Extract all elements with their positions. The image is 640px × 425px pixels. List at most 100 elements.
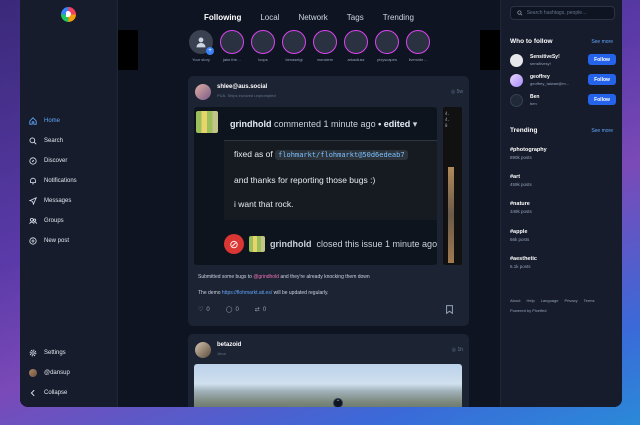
post-author[interactable]: betazoid (217, 342, 241, 348)
story-item[interactable]: monstern (312, 30, 338, 62)
commenter-avatar (196, 111, 218, 133)
follow-button[interactable]: Follow (588, 54, 616, 65)
sidebar-item-search[interactable]: Search (29, 134, 63, 148)
story-label: loops (258, 57, 268, 62)
post-subtitle: PUA. Ships involved unprompted (217, 93, 276, 98)
trending-item[interactable]: #aesthetic 6.1k posts (510, 256, 537, 269)
tab-local[interactable]: Local (260, 13, 279, 22)
follow-button[interactable]: Follow (588, 74, 616, 85)
like-count: 0 (206, 306, 210, 313)
post-image-next[interactable]: 4. 4. 0 (443, 107, 462, 265)
comment-icon: ◯ (225, 307, 233, 313)
avatar[interactable] (510, 74, 523, 87)
feed-tabs: Following Local Network Tags Trending (118, 13, 500, 22)
sidebar-item-label: Home (44, 118, 61, 124)
comment-body: fixed as of flohmarkt/flohmarkt@50d6edea… (224, 140, 437, 220)
tab-tags[interactable]: Tags (347, 13, 364, 22)
demo-link[interactable]: https://flohmarkt.ati.es/ (222, 290, 272, 296)
share-button[interactable]: ⇄ 0 (255, 306, 266, 314)
comment-button[interactable]: ◯ 0 (225, 306, 239, 314)
sidebar-item-label: Notifications (44, 178, 77, 184)
sidebar-item-profile[interactable]: @dansup (29, 366, 70, 380)
caption-text: Submitted some bugs to (198, 274, 254, 280)
bookmark-icon[interactable] (446, 305, 453, 316)
sidebar-item-home[interactable]: Home (29, 114, 60, 128)
scroll-top-icon[interactable]: ⌃ (333, 398, 343, 407)
post-image[interactable]: grindhold commented 1 minute ago • edite… (194, 107, 437, 265)
footer-link-about[interactable]: About (510, 298, 520, 303)
pixelfed-logo-icon[interactable] (61, 7, 76, 22)
trending-item[interactable]: #art 459k posts (510, 174, 532, 187)
bell-icon (29, 177, 37, 185)
footer-links: About Help Language Privacy Terms (510, 298, 595, 303)
post-author[interactable]: shlee@aus.social (217, 84, 267, 90)
follow-button[interactable]: Follow (588, 94, 616, 105)
avatar (29, 369, 37, 377)
tab-trending[interactable]: Trending (383, 13, 414, 22)
search-icon (517, 10, 523, 16)
story-item[interactable]: pixyscapes (374, 30, 400, 62)
trending-count: 459k posts (510, 182, 532, 187)
search-input[interactable] (526, 10, 614, 16)
avatar[interactable] (195, 342, 211, 358)
footer-link-language[interactable]: Language (541, 298, 559, 303)
trending-item[interactable]: #photography 890k posts (510, 147, 547, 160)
code-snippet: 4. 4. 0 (445, 111, 450, 128)
story-avatar (313, 30, 337, 54)
story-item[interactable]: benaselgi (281, 30, 307, 62)
sidebar-item-collapse[interactable]: Collapse (29, 386, 67, 400)
sidebar-item-settings[interactable]: Settings (29, 346, 66, 360)
see-more-link[interactable]: See more (591, 128, 613, 134)
suggestion-name[interactable]: Ben (530, 94, 539, 100)
post-time-value: 1h (457, 347, 463, 353)
trending-count: 349k posts (510, 209, 532, 214)
story-avatar (406, 30, 430, 54)
see-more-link[interactable]: See more (591, 39, 613, 45)
sidebar-item-discover[interactable]: Discover (29, 154, 67, 168)
footer-link-privacy[interactable]: Privacy (564, 298, 577, 303)
search-box[interactable] (510, 6, 615, 20)
comment-text: fixed as of (234, 149, 273, 159)
like-button[interactable]: ♡ 0 (198, 306, 210, 314)
commit-ref: flohmarkt/flohmarkt@50d6edeab7 (275, 150, 408, 160)
sidebar-item-messages[interactable]: Messages (29, 194, 71, 208)
story-item[interactable]: loops (250, 30, 276, 62)
avatar[interactable] (195, 84, 211, 100)
suggestion-handle: geoffrey_taiwan@m… (530, 81, 570, 86)
story-item[interactable]: arkadiusz (343, 30, 369, 62)
closed-icon: ⊘ (224, 234, 244, 254)
story-label: jake.the… (222, 57, 241, 62)
trending-count: 66k posts (510, 237, 530, 242)
tab-following[interactable]: Following (204, 13, 241, 22)
stories-bar: + Your story jake.the… loops benaselgi m… (188, 30, 431, 62)
sidebar-item-groups[interactable]: Groups (29, 214, 64, 228)
mention-link[interactable]: @grindhold (253, 274, 279, 280)
post-image[interactable] (194, 364, 462, 407)
story-item[interactable]: liverside… (405, 30, 431, 62)
suggestion-name[interactable]: geoffrey (530, 74, 550, 80)
story-item[interactable]: jake.the… (219, 30, 245, 62)
trending-item[interactable]: #apple 66k posts (510, 229, 529, 242)
avatar[interactable] (510, 54, 523, 67)
caption-text: will be updated regularly. (272, 290, 329, 296)
comment-header: grindhold commented 1 minute ago • edite… (230, 119, 417, 130)
footer-link-help[interactable]: Help (526, 298, 534, 303)
search-icon (29, 137, 37, 145)
post-card: shlee@aus.social PUA. Ships involved unp… (188, 76, 469, 326)
footer-link-terms[interactable]: Terms (584, 298, 595, 303)
trending-item[interactable]: #nature 349k posts (510, 201, 532, 214)
sidebar-item-new-post[interactable]: New post (29, 234, 69, 248)
sidebar-item-notifications[interactable]: Notifications (29, 174, 77, 188)
photo-strip (448, 167, 454, 263)
tab-network[interactable]: Network (298, 13, 327, 22)
add-story-icon: + (206, 47, 214, 55)
sidebar-item-label: @dansup (44, 370, 70, 376)
follow-suggestion: SensitiveSy! sensitivesy! Follow (510, 53, 616, 69)
suggestion-name[interactable]: SensitiveSy! (530, 54, 560, 60)
avatar[interactable] (510, 94, 523, 107)
user-icon (196, 37, 206, 48)
comment-edited: • edited (378, 119, 411, 129)
post-time-value: 5w (456, 89, 463, 95)
globe-icon: ◎ (451, 347, 457, 353)
story-your-story[interactable]: + Your story (188, 30, 214, 62)
